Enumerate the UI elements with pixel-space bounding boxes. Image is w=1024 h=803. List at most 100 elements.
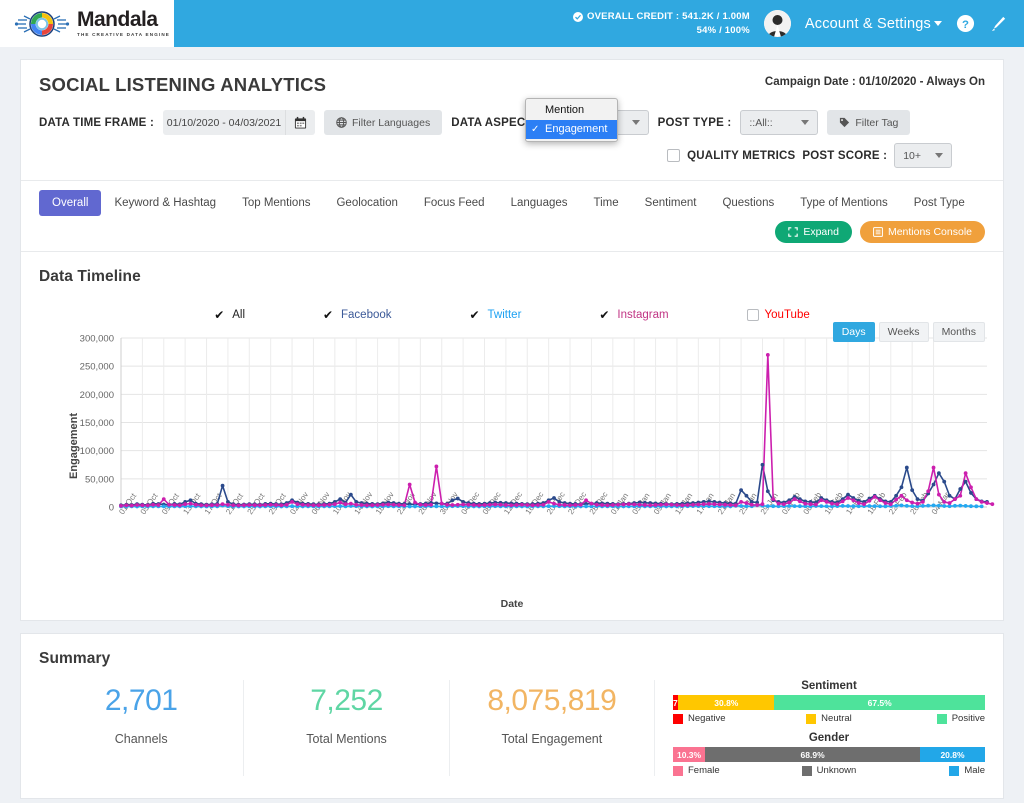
stat-channels: 2,701 Channels	[39, 680, 245, 776]
data-timeline-section: Data Timeline ✔ All ✔ Facebook ✔ Twitter ✔ Inst…	[21, 251, 1003, 620]
calendar-icon[interactable]	[284, 110, 315, 135]
date-range-input[interactable]: 01/10/2020 - 04/03/2021	[162, 110, 315, 135]
key-label: Neutral	[821, 713, 852, 724]
svg-text:0: 0	[109, 503, 114, 514]
quality-metrics-checkbox[interactable]	[667, 149, 681, 162]
tab-top-mentions[interactable]: Top Mentions	[229, 190, 323, 216]
calendar-glyph	[294, 116, 307, 129]
data-aspect-dropdown-menu[interactable]: Mention Engagement	[525, 98, 618, 142]
summary-breakdown-bars: Sentiment 1.7%30.8%67.5% Negative Neutral…	[655, 680, 985, 776]
granularity-weeks[interactable]: Weeks	[878, 322, 929, 342]
color-swatch	[949, 765, 960, 776]
legend-item-twitter[interactable]: ✔ Twitter	[470, 308, 522, 322]
svg-text:200,000: 200,000	[80, 390, 114, 401]
legend-item-youtube[interactable]: YouTube	[746, 308, 810, 322]
gender-title: Gender	[808, 732, 850, 744]
legend-item-facebook[interactable]: ✔ Facebook	[323, 308, 392, 322]
sentiment-key-neutral: Neutral	[777, 713, 881, 724]
console-list-icon	[873, 227, 883, 237]
tab-overall[interactable]: Overall	[39, 190, 102, 216]
expand-label: Expand	[803, 226, 839, 238]
credit-total: OVERALL CREDIT : 541.2K / 1.00M	[587, 10, 750, 22]
date-range-value: 01/10/2020 - 04/03/2021	[166, 116, 282, 129]
theme-brush-icon[interactable]	[989, 14, 1008, 33]
tab-list: Overall Keyword & Hashtag Top Mentions Geol…	[39, 190, 985, 216]
tab-bar: Overall Keyword & Hashtag Top Mentions Geol…	[21, 180, 1003, 251]
tab-action-buttons: Expand Mentions Console	[39, 221, 985, 251]
tag-icon	[840, 117, 850, 128]
granularity-days[interactable]: Days	[832, 322, 875, 342]
checkbox-checked-icon: ✔	[323, 308, 334, 322]
legend-label: All	[232, 309, 246, 321]
stat-total-engagement: 8,075,819 Total Engagement	[450, 680, 655, 776]
color-swatch	[936, 713, 947, 724]
tab-questions[interactable]: Questions	[709, 190, 787, 216]
dropdown-option-mention[interactable]: Mention	[526, 101, 617, 120]
stat-caption: Total Mentions	[306, 732, 387, 746]
legend-item-instagram[interactable]: ✔ Instagram	[599, 308, 668, 322]
stat-caption: Total Engagement	[501, 732, 603, 746]
key-label: Negative	[687, 713, 726, 724]
filter-tag-label: Filter Tag	[855, 116, 899, 129]
brand-name: Mandala	[77, 8, 158, 32]
tab-keyword-hashtag[interactable]: Keyword & Hashtag	[101, 190, 229, 216]
filter-languages-button[interactable]: Filter Languages	[323, 110, 443, 135]
filter-tag-button[interactable]: Filter Tag	[827, 110, 911, 135]
globe-icon	[336, 117, 347, 128]
svg-text:150,000: 150,000	[80, 418, 114, 429]
legend-item-all[interactable]: ✔ All	[214, 308, 245, 322]
tab-type-of-mentions[interactable]: Type of Mentions	[787, 190, 901, 216]
dropdown-option-engagement[interactable]: Engagement	[526, 120, 617, 139]
legend-label: Facebook	[341, 309, 392, 321]
post-score-select[interactable]: 10+	[894, 143, 952, 168]
analytics-card: SOCIAL LISTENING ANALYTICS Campaign Date…	[20, 59, 1004, 621]
legend-label: Instagram	[617, 309, 669, 321]
svg-text:?: ?	[962, 19, 969, 31]
mentions-console-button[interactable]: Mentions Console	[859, 221, 985, 243]
granularity-months[interactable]: Months	[932, 322, 985, 342]
credit-percent: 54% / 100%	[696, 24, 750, 36]
gender-segment-male: 20.8%	[920, 747, 985, 762]
avatar[interactable]	[763, 10, 791, 37]
x-axis-label: Date	[500, 598, 524, 610]
svg-text:50,000: 50,000	[85, 474, 114, 485]
user-avatar-icon	[763, 10, 791, 37]
stat-value: 8,075,819	[487, 684, 617, 717]
expand-button[interactable]: Expand	[775, 221, 852, 243]
post-type-label: POST TYPE :	[657, 116, 732, 129]
chevron-down-icon	[631, 120, 640, 125]
card-header: SOCIAL LISTENING ANALYTICS Campaign Date…	[21, 60, 1003, 180]
expand-icon	[788, 227, 799, 237]
stat-caption: Channels	[114, 732, 168, 746]
tab-focus-feed[interactable]: Focus Feed	[411, 190, 498, 216]
stat-value: 2,701	[104, 684, 178, 717]
chevron-down-icon	[935, 153, 943, 158]
tab-geolocation[interactable]: Geolocation	[323, 190, 410, 216]
tab-time[interactable]: Time	[581, 190, 632, 216]
tab-languages[interactable]: Languages	[498, 190, 581, 216]
key-label: Female	[687, 765, 720, 776]
gender-legend: Female Unknown Male	[672, 765, 985, 776]
chevron-down-icon	[934, 21, 942, 27]
tab-post-type[interactable]: Post Type	[901, 190, 978, 216]
gender-key-unknown: Unknown	[777, 765, 881, 776]
sentiment-segment-positive: 67.5%	[774, 695, 985, 710]
sentiment-legend: Negative Neutral Positive	[672, 713, 985, 724]
account-settings-label: Account & Settings	[804, 15, 931, 32]
chevron-down-icon	[801, 120, 810, 125]
stat-total-mentions: 7,252 Total Mentions	[244, 680, 450, 776]
section-title-summary: Summary	[39, 650, 111, 667]
credit-info: OVERALL CREDIT : 541.2K / 1.00M 54% / 10…	[573, 10, 750, 38]
summary-section: Summary 2,701 Channels 7,252 Total Menti…	[20, 633, 1004, 799]
page-body: SOCIAL LISTENING ANALYTICS Campaign Date…	[0, 47, 1024, 799]
time-frame-label: DATA TIME FRAME :	[39, 116, 154, 129]
help-icon[interactable]: ?	[956, 14, 975, 33]
gender-segment-unknown: 68.9%	[705, 747, 921, 762]
legend-label: YouTube	[764, 309, 810, 321]
brand-logo[interactable]: Mandala THE CREATIVE DATA ENGINE	[0, 0, 174, 47]
mandala-logo-icon	[14, 10, 70, 37]
tab-sentiment[interactable]: Sentiment	[632, 190, 710, 216]
checkbox-checked-icon: ✔	[599, 308, 610, 322]
account-settings-menu[interactable]: Account & Settings	[805, 16, 942, 32]
post-type-select[interactable]: ::All::	[740, 110, 819, 135]
